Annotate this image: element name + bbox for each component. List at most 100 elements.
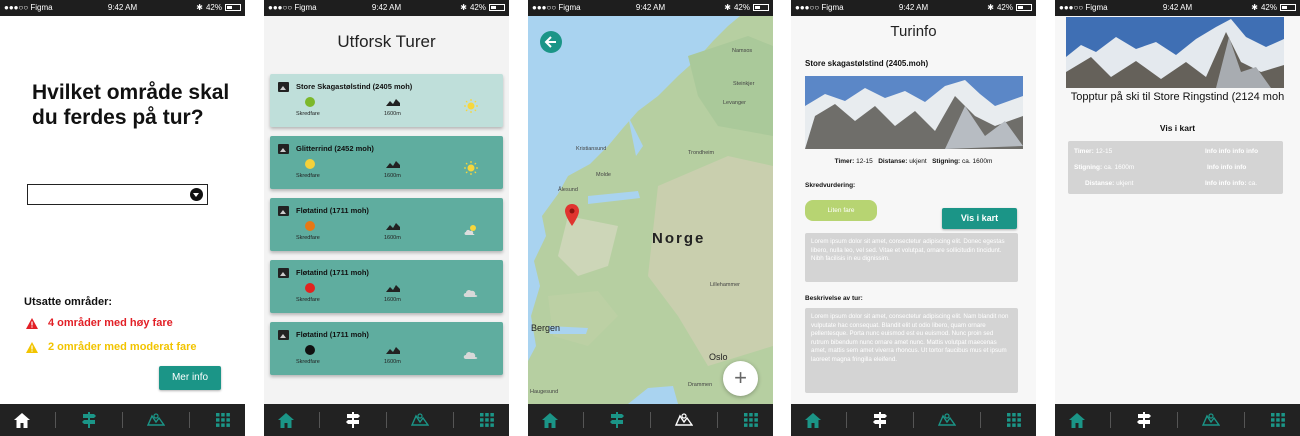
tour-name: Store Skagastølstind (2405 moh): [296, 82, 413, 91]
danger-label: Skredfare: [296, 173, 320, 179]
grid-icon[interactable]: [741, 410, 761, 430]
map-city-label: Kristiansund: [576, 146, 607, 152]
signpost-icon[interactable]: [870, 410, 890, 430]
tour-stats: Timer: 12-15 Distanse: ukjent Stigning: …: [791, 158, 1036, 165]
grid-icon[interactable]: [1004, 410, 1024, 430]
home-icon[interactable]: [276, 410, 296, 430]
row-label: Stigning:: [1074, 164, 1103, 171]
page-title: Turinfo: [890, 23, 937, 40]
grid-icon[interactable]: [1268, 410, 1288, 430]
high-danger-row[interactable]: 4 områder med høy fare: [26, 317, 173, 329]
battery-indicator: ✱ 42%: [724, 3, 769, 12]
tour-card[interactable]: Fløtatind (1711 moh) Skredfare 1600m: [270, 322, 503, 375]
grid-icon[interactable]: [477, 410, 497, 430]
high-danger-label: 4 områder med høy fare: [48, 317, 173, 329]
battery-icon: [753, 4, 769, 11]
hours-label: Timer:: [834, 158, 855, 165]
show-on-map-link[interactable]: Vis i kart: [1055, 123, 1300, 133]
tour-card[interactable]: Fløtatind (1711 moh) Skredfare 1600m: [270, 260, 503, 313]
danger-label: Skredfare: [296, 235, 320, 241]
map-city-label: Lillehammer: [710, 282, 740, 288]
chevron-down-icon[interactable]: [190, 188, 203, 201]
map-view[interactable]: Namsos Steinkjer Levanger Trondheim Kris…: [528, 16, 773, 404]
signpost-icon[interactable]: [79, 410, 99, 430]
tour-card[interactable]: Fløtatind (1711 moh) Skredfare 1600m: [270, 198, 503, 251]
screen-explore-tours: ●●●○○ Figma 9:42 AM ✱ 42% Utforsk Turer S…: [264, 0, 509, 436]
screen-tour-info: ●●●○○ Figma 9:42 AM ✱ 42% Turinfo Store s…: [791, 0, 1036, 436]
signpost-icon[interactable]: [1134, 410, 1154, 430]
home-icon[interactable]: [803, 410, 823, 430]
moderate-danger-row[interactable]: 2 områder med moderat fare: [26, 341, 197, 353]
more-info-button[interactable]: Mer info: [159, 366, 221, 390]
hours-value: 12-15: [856, 158, 873, 165]
battery-indicator: ✱ 42%: [1251, 3, 1296, 12]
warning-icon: [26, 341, 38, 353]
back-button[interactable]: [540, 31, 562, 53]
row-info-text: Info info info info: [1205, 148, 1259, 155]
battery-percent: 42%: [733, 3, 750, 12]
battery-icon: [1016, 4, 1032, 11]
map-icon[interactable]: [937, 410, 957, 430]
tour-card[interactable]: Store Skagastølstind (2405 moh) Skredfare…: [270, 74, 503, 127]
danger-label: Skredfare: [296, 111, 320, 117]
signpost-icon[interactable]: [343, 410, 363, 430]
terrain-icon: [386, 285, 400, 292]
bottom-nav: [264, 404, 509, 436]
status-bar: ●●●○○ Figma 9:42 AM ✱ 42%: [791, 0, 1036, 16]
map-icon[interactable]: [1201, 410, 1221, 430]
map-city-label: Haugesund: [530, 389, 559, 395]
map-city-label: Oslo: [709, 352, 728, 362]
zoom-in-button[interactable]: +: [723, 361, 758, 396]
map-icon[interactable]: [146, 410, 166, 430]
map-icon[interactable]: [674, 410, 694, 430]
tour-card[interactable]: Glitterrind (2452 moh) Skredfare 1600m: [270, 136, 503, 189]
image-icon: [278, 82, 289, 92]
tour-name: Fløtatind (1711 moh): [296, 206, 369, 215]
home-icon[interactable]: [540, 410, 560, 430]
area-select[interactable]: [27, 184, 208, 205]
bottom-nav: [528, 404, 773, 436]
map-city-label: Drammen: [688, 382, 713, 388]
battery-icon: [489, 4, 505, 11]
terrain-icon: [386, 99, 400, 106]
status-bar: ●●●○○ Figma 9:42 AM ✱ 42%: [0, 0, 245, 16]
distance-label: Distanse:: [878, 158, 908, 165]
map-city-label: Molde: [596, 172, 611, 178]
location-pin-icon[interactable]: [565, 204, 579, 231]
height-label: 1600m: [384, 235, 401, 241]
table-row: Stigning: ca. 1600m: [1074, 164, 1134, 171]
terrain-icon: [386, 161, 400, 168]
page-title: Hvilket område skal du ferdes på tur?: [32, 81, 230, 130]
row-info-text: Info info info: [1207, 164, 1247, 171]
map-city-label: Bergen: [531, 323, 561, 333]
weather-icon: [463, 223, 479, 237]
row-info-value: ca.: [1248, 180, 1257, 187]
battery-icon: [1280, 4, 1296, 11]
tour-name: Fløtatind (1711 moh): [296, 268, 369, 277]
danger-label: Skredfare: [296, 359, 320, 365]
home-icon[interactable]: [12, 410, 32, 430]
map-icon[interactable]: [410, 410, 430, 430]
home-icon[interactable]: [1067, 410, 1087, 430]
height-label: 1600m: [384, 111, 401, 117]
weather-icon: [463, 285, 479, 299]
avalanche-heading: Skredvurdering:: [805, 182, 856, 189]
screen-tour-detail: ●●●○○ Figma 9:42 AM ✱ 42% Topptur på ski …: [1055, 0, 1300, 436]
peak-name: Store skagastølstind (2405.moh): [805, 59, 929, 68]
show-on-map-button[interactable]: Vis i kart: [942, 208, 1017, 229]
terrain-icon: [386, 347, 400, 354]
grid-icon[interactable]: [213, 410, 233, 430]
weather-icon: [463, 347, 479, 361]
tour-name: Glitterrind (2452 moh): [296, 144, 374, 153]
page-title: Utforsk Turer: [337, 32, 436, 51]
exposed-areas-heading: Utsatte områder:: [24, 296, 113, 308]
arrow-left-icon: [544, 36, 556, 48]
danger-dot: [305, 221, 315, 231]
image-icon: [278, 268, 289, 278]
tour-name: Fløtatind (1711 moh): [296, 330, 369, 339]
description-heading: Beskrivelse av tur:: [805, 295, 863, 302]
bottom-nav: [791, 404, 1036, 436]
climb-value: ca. 1600m: [962, 158, 993, 165]
signpost-icon[interactable]: [607, 410, 627, 430]
bluetooth-icon: ✱: [724, 3, 731, 12]
